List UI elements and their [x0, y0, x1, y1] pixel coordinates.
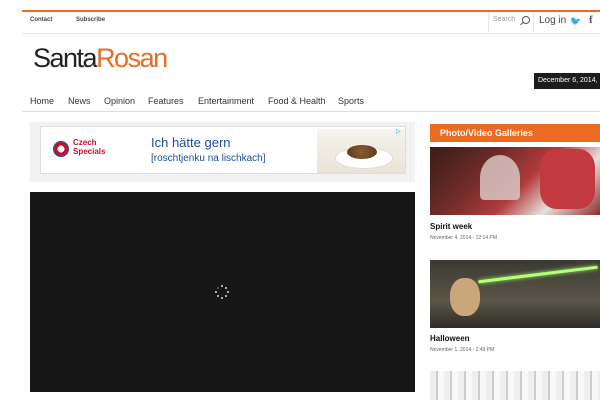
nav-sports[interactable]: Sports	[338, 96, 364, 106]
lightsaber-shape	[478, 265, 598, 284]
ad-image	[317, 129, 405, 173]
food-shape	[347, 145, 377, 159]
nav-home[interactable]: Home	[30, 96, 54, 106]
top-links: Contact Subscribe	[30, 17, 127, 23]
video-player[interactable]	[30, 192, 415, 392]
nav-opinion[interactable]: Opinion	[104, 96, 135, 106]
gallery-thumb-newspaper[interactable]	[430, 371, 600, 400]
search-box[interactable]: Search	[488, 12, 534, 32]
ad-brand-line-2: Specials	[73, 147, 106, 156]
ad-subline: [roschtjenku na lischkach]	[151, 153, 266, 164]
sidebar-heading: Photo/Video Galleries	[430, 124, 600, 142]
search-icon[interactable]	[522, 16, 530, 24]
gallery-date: November 1, 2014 - 2:49 PM	[430, 347, 495, 353]
main-nav: Home News Opinion Features Entertainment…	[22, 90, 600, 112]
gallery-thumb-spirit-week[interactable]	[430, 147, 600, 215]
ad-logo-icon	[53, 141, 69, 157]
nav-news[interactable]: News	[68, 96, 91, 106]
nav-entertainment[interactable]: Entertainment	[198, 96, 254, 106]
logo-part-2: Rosan	[96, 43, 168, 73]
ad-brand-line-1: Czech	[73, 138, 97, 147]
gallery-thumb-halloween[interactable]	[430, 260, 600, 328]
spinner-icon	[215, 285, 229, 299]
photo-figure	[450, 278, 480, 316]
logo-part-1: Santa	[33, 43, 98, 73]
ad-headline: Ich hätte gern	[151, 135, 231, 150]
ad-banner[interactable]: Czech Specials Ich hätte gern [roschtjen…	[40, 126, 406, 174]
site-logo[interactable]: SantaRosan	[33, 41, 168, 75]
ad-container: Czech Specials Ich hätte gern [roschtjen…	[30, 122, 415, 182]
photo-figure	[540, 149, 595, 209]
top-bar: Contact Subscribe Search Log in 🐦 f	[22, 10, 600, 34]
gallery-title[interactable]: Spirit week	[430, 222, 472, 231]
gallery-title[interactable]: Halloween	[430, 334, 470, 343]
nav-features[interactable]: Features	[148, 96, 184, 106]
photo-figure	[480, 155, 520, 200]
facebook-icon[interactable]: f	[589, 14, 593, 26]
ad-brand: Czech Specials	[73, 138, 105, 156]
subscribe-link[interactable]: Subscribe	[76, 17, 105, 23]
date-badge: December 6, 2014,	[534, 73, 600, 89]
search-placeholder[interactable]: Search	[493, 16, 515, 23]
contact-link[interactable]: Contact	[30, 17, 52, 23]
adchoices-icon[interactable]: ▷	[396, 129, 403, 136]
twitter-icon[interactable]: 🐦	[570, 16, 581, 27]
nav-food-health[interactable]: Food & Health	[268, 96, 326, 106]
gallery-date: November 4, 2014 - 12:14 PM	[430, 235, 497, 241]
login-link[interactable]: Log in	[539, 15, 566, 26]
